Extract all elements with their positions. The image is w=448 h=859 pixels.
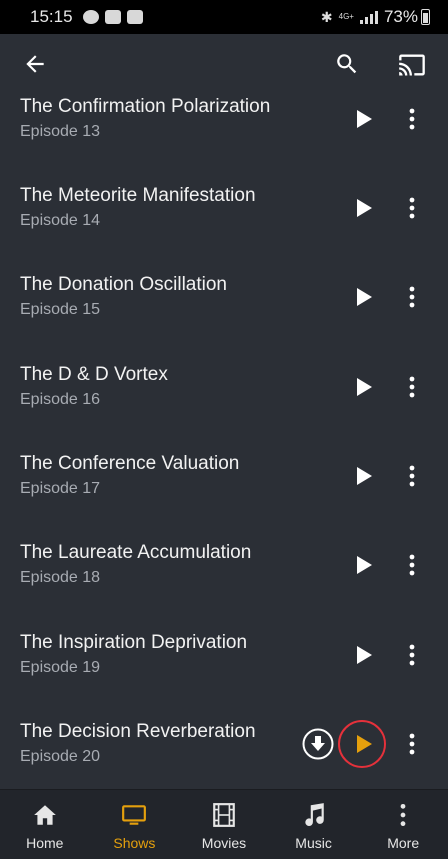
episode-title: The Donation Oscillation [20,274,227,295]
episode-title: The Decision Reverberation [20,721,256,742]
back-arrow-icon[interactable] [22,51,48,77]
more-vertical-icon[interactable] [402,102,422,136]
episode-title: The Conference Valuation [20,453,240,474]
home-icon [33,805,56,825]
system-status-icons: ✱ 4G+ 73% [321,7,430,27]
gmail-icon [126,10,143,24]
more-vertical-icon[interactable] [402,727,422,761]
episode-number: Episode 14 [20,212,101,229]
episode-row[interactable]: The Decision Reverberation Episode 20 [0,720,448,789]
nav-music[interactable]: Music [269,790,359,859]
episode-title: The Confirmation Polarization [20,96,271,117]
battery-percent: 73% [383,7,418,26]
notification-icons [82,10,143,24]
search-icon[interactable] [334,51,360,77]
cast-icon[interactable] [396,51,428,79]
status-bar: 15:15 ✱ 4G+ 73% [0,0,448,34]
more-vertical-icon[interactable] [402,280,422,314]
nav-label: Music [295,835,332,851]
bottom-navigation: Home Shows Movies Music More [0,789,448,859]
network-type-label: 4G+ [338,12,354,21]
play-icon[interactable] [346,280,380,314]
episode-number: Episode 13 [20,123,101,140]
nav-label: More [387,835,420,851]
app-bar [0,34,448,96]
nav-more[interactable]: More [358,790,448,859]
nav-label: Movies [201,835,247,851]
episode-number: Episode 19 [20,659,101,676]
episode-row[interactable]: The Meteorite Manifestation Episode 14 [0,185,448,274]
episode-number: Episode 18 [20,569,101,586]
battery-indicator: 73% [384,7,430,27]
more-vertical-icon[interactable] [402,370,422,404]
episode-number: Episode 15 [20,301,101,318]
battery-icon [421,9,430,25]
nav-movies[interactable]: Movies [179,790,269,859]
episode-number: Episode 17 [20,480,101,497]
nav-shows[interactable]: Shows [90,790,180,859]
play-icon[interactable] [346,727,380,761]
episode-title: The Laureate Accumulation [20,542,252,563]
episode-number: Episode 16 [20,391,101,408]
tv-icon [122,805,147,825]
episode-title: The Inspiration Deprivation [20,632,248,653]
music-note-icon [304,803,324,827]
more-vertical-icon[interactable] [402,459,422,493]
nav-label: Home [26,835,64,851]
bluetooth-icon: ✱ [320,8,333,25]
episode-list: The Confirmation Polarization Episode 13… [0,96,448,789]
episode-row[interactable]: The D & D Vortex Episode 16 [0,364,448,453]
mail-icon [104,10,121,24]
more-vertical-icon[interactable] [402,638,422,672]
episode-title: The D & D Vortex [20,364,168,385]
more-vertical-icon [400,803,406,827]
whatsapp-icon [82,10,99,24]
more-vertical-icon[interactable] [402,548,422,582]
more-vertical-icon[interactable] [402,191,422,225]
play-icon[interactable] [346,102,380,136]
nav-label: Shows [113,835,156,851]
film-icon [213,803,235,827]
signal-icon [359,10,378,24]
episode-row[interactable]: The Conference Valuation Episode 17 [0,453,448,542]
episode-row[interactable]: The Confirmation Polarization Episode 13 [0,96,448,185]
episode-row[interactable]: The Laureate Accumulation Episode 18 [0,542,448,631]
play-icon[interactable] [346,638,380,672]
episode-row[interactable]: The Inspiration Deprivation Episode 19 [0,632,448,721]
episode-number: Episode 20 [20,748,101,765]
play-icon[interactable] [346,370,380,404]
nav-home[interactable]: Home [0,790,90,859]
status-time: 15:15 [30,7,73,26]
play-icon[interactable] [346,191,380,225]
episode-row[interactable]: The Donation Oscillation Episode 15 [0,274,448,363]
episode-title: The Meteorite Manifestation [20,185,256,206]
download-icon[interactable] [301,727,335,761]
play-icon[interactable] [346,459,380,493]
play-icon[interactable] [346,548,380,582]
